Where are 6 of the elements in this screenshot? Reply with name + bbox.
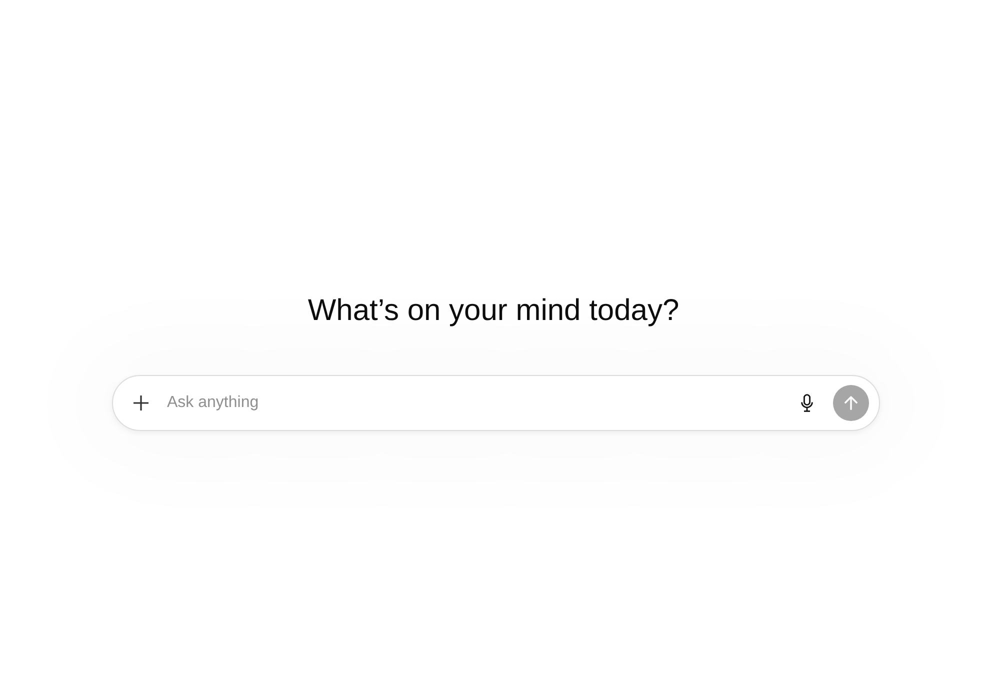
arrow-up-icon	[844, 396, 858, 410]
prompt-input[interactable]: Ask anything	[161, 388, 787, 418]
page-heading: What’s on your mind today?	[308, 293, 680, 329]
microphone-icon	[801, 394, 813, 412]
plus-icon	[133, 395, 149, 411]
chat-composer[interactable]: Ask anything	[112, 375, 880, 431]
